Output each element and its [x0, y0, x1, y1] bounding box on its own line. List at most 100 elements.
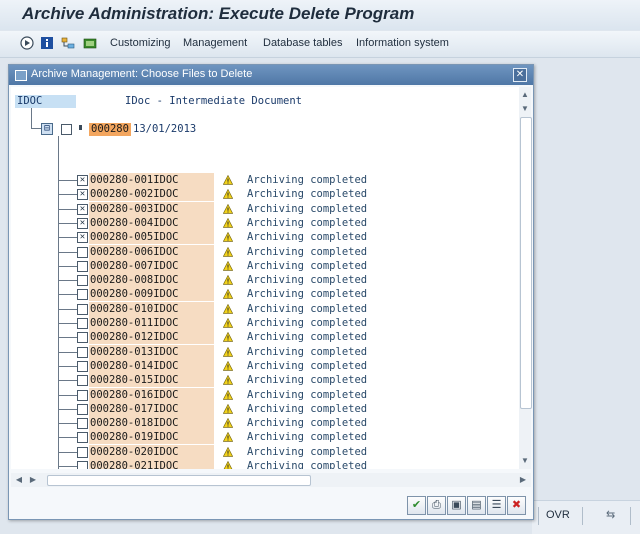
list-item[interactable]: 000280-019IDOC Archiving completed: [11, 430, 519, 444]
file-checkbox[interactable]: ✕: [77, 204, 88, 215]
file-name[interactable]: 000280-008IDOC: [89, 273, 214, 287]
file-name[interactable]: 000280-004IDOC: [89, 216, 214, 230]
execute-icon[interactable]: [20, 36, 34, 50]
file-checkbox[interactable]: [77, 332, 88, 343]
file-checkbox[interactable]: [77, 247, 88, 258]
info-icon[interactable]: [40, 36, 54, 50]
list-item[interactable]: 000280-018IDOC Archiving completed: [11, 416, 519, 430]
warning-icon: [223, 418, 233, 428]
file-checkbox[interactable]: [77, 390, 88, 401]
folder-icon[interactable]: [83, 36, 97, 50]
session-id[interactable]: 000280: [89, 123, 131, 136]
details-icon[interactable]: ☰: [487, 496, 506, 515]
dialog-title-bar[interactable]: Archive Management: Choose Files to Dele…: [9, 65, 533, 85]
horizontal-scrollbar[interactable]: ◀ ▶ ▶: [11, 473, 531, 487]
list-item[interactable]: 000280-015IDOC Archiving completed: [11, 373, 519, 387]
collapse-icon[interactable]: ⊟: [41, 123, 53, 135]
list-item[interactable]: ✕ 000280-005IDOC Archiving completed: [11, 230, 519, 244]
menu-database-tables[interactable]: Database tables: [263, 37, 343, 49]
file-name[interactable]: 000280-017IDOC: [89, 402, 214, 416]
select-all-icon[interactable]: ▣: [447, 496, 466, 515]
tree-icon[interactable]: [61, 36, 75, 50]
file-name[interactable]: 000280-003IDOC: [89, 202, 214, 216]
file-name[interactable]: 000280-005IDOC: [89, 230, 214, 244]
root-node-description: IDoc - Intermediate Document: [125, 95, 303, 107]
file-checkbox[interactable]: [77, 432, 88, 443]
horizontal-scroll-thumb[interactable]: [47, 475, 311, 486]
deselect-icon[interactable]: ▤: [467, 496, 486, 515]
file-checkbox[interactable]: ✕: [77, 218, 88, 229]
file-checkbox[interactable]: ✕: [77, 175, 88, 186]
list-item[interactable]: 000280-014IDOC Archiving completed: [11, 359, 519, 373]
list-item[interactable]: 000280-017IDOC Archiving completed: [11, 402, 519, 416]
scroll-right-small-icon[interactable]: ▶: [27, 473, 39, 487]
list-item[interactable]: 000280-011IDOC Archiving completed: [11, 316, 519, 330]
file-name[interactable]: 000280-011IDOC: [89, 316, 214, 330]
checkmark-icon[interactable]: ✔: [407, 496, 426, 515]
file-checkbox[interactable]: ✕: [77, 232, 88, 243]
file-checkbox[interactable]: [77, 261, 88, 272]
list-item[interactable]: 000280-016IDOC Archiving completed: [11, 388, 519, 402]
list-item[interactable]: 000280-012IDOC Archiving completed: [11, 330, 519, 344]
tree-connector: [58, 180, 78, 181]
file-checkbox[interactable]: [77, 347, 88, 358]
root-node-key[interactable]: IDOC: [15, 95, 76, 108]
list-item[interactable]: 000280-006IDOC Archiving completed: [11, 245, 519, 259]
close-icon[interactable]: ✕: [513, 68, 527, 82]
list-item[interactable]: 000280-020IDOC Archiving completed: [11, 445, 519, 459]
list-item[interactable]: 000280-013IDOC Archiving completed: [11, 345, 519, 359]
file-name[interactable]: 000280-021IDOC: [89, 459, 214, 469]
file-name[interactable]: 000280-020IDOC: [89, 445, 214, 459]
file-name[interactable]: 000280-001IDOC: [89, 173, 214, 187]
cancel-icon[interactable]: ✖: [507, 496, 526, 515]
list-item[interactable]: ✕ 000280-001IDOC Archiving completed: [11, 173, 519, 187]
file-name[interactable]: 000280-010IDOC: [89, 302, 214, 316]
print-icon[interactable]: ⎙: [427, 496, 446, 515]
connection-icon[interactable]: ⇆: [606, 508, 615, 521]
file-name[interactable]: 000280-009IDOC: [89, 287, 214, 301]
session-date: 13/01/2013: [133, 123, 197, 135]
list-item[interactable]: ✕ 000280-004IDOC Archiving completed: [11, 216, 519, 230]
file-name[interactable]: 000280-012IDOC: [89, 330, 214, 344]
file-checkbox[interactable]: [77, 447, 88, 458]
menu-management[interactable]: Management: [183, 37, 247, 49]
file-checkbox[interactable]: [77, 275, 88, 286]
vertical-scrollbar[interactable]: ▲ ▼ ▼: [519, 87, 532, 469]
scroll-up-icon[interactable]: ▲: [519, 89, 531, 101]
file-name[interactable]: 000280-019IDOC: [89, 430, 214, 444]
file-name[interactable]: 000280-006IDOC: [89, 245, 214, 259]
list-item[interactable]: 000280-008IDOC Archiving completed: [11, 273, 519, 287]
status-separator: [538, 507, 539, 525]
file-name[interactable]: 000280-007IDOC: [89, 259, 214, 273]
file-name[interactable]: 000280-014IDOC: [89, 359, 214, 373]
file-checkbox[interactable]: [77, 404, 88, 415]
file-checkbox[interactable]: [77, 361, 88, 372]
list-item[interactable]: ✕ 000280-003IDOC Archiving completed: [11, 202, 519, 216]
file-checkbox[interactable]: [77, 304, 88, 315]
file-name[interactable]: 000280-015IDOC: [89, 373, 214, 387]
list-item[interactable]: 000280-021IDOC Archiving completed: [11, 459, 519, 469]
file-checkbox[interactable]: [77, 375, 88, 386]
file-checkbox[interactable]: [77, 418, 88, 429]
file-name[interactable]: 000280-013IDOC: [89, 345, 214, 359]
list-item[interactable]: 000280-010IDOC Archiving completed: [11, 302, 519, 316]
application-toolbar: Customizing Management Database tables I…: [0, 31, 640, 58]
session-checkbox[interactable]: [61, 124, 72, 135]
scroll-right-icon[interactable]: ▶: [517, 473, 529, 487]
vertical-scroll-thumb[interactable]: [520, 117, 532, 409]
file-name[interactable]: 000280-018IDOC: [89, 416, 214, 430]
menu-customizing[interactable]: Customizing: [110, 37, 171, 49]
file-checkbox[interactable]: ✕: [77, 189, 88, 200]
scroll-down-small-icon[interactable]: ▼: [519, 103, 531, 115]
file-name[interactable]: 000280-002IDOC: [89, 187, 214, 201]
file-checkbox[interactable]: [77, 289, 88, 300]
scroll-left-icon[interactable]: ◀: [13, 473, 25, 487]
list-item[interactable]: ✕ 000280-002IDOC Archiving completed: [11, 187, 519, 201]
scroll-down-icon[interactable]: ▼: [519, 455, 531, 467]
list-item[interactable]: 000280-007IDOC Archiving completed: [11, 259, 519, 273]
file-checkbox[interactable]: [77, 318, 88, 329]
menu-information-system[interactable]: Information system: [356, 37, 449, 49]
file-name[interactable]: 000280-016IDOC: [89, 388, 214, 402]
list-item[interactable]: 000280-009IDOC Archiving completed: [11, 287, 519, 301]
file-checkbox[interactable]: [77, 461, 88, 469]
